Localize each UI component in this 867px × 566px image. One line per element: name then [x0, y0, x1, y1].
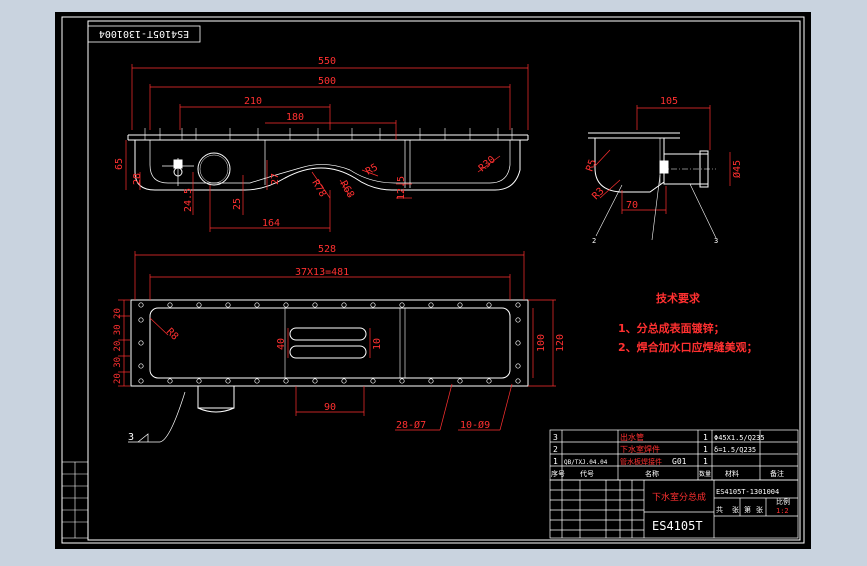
bom-row1-no: 1 [553, 457, 558, 466]
model-no: ES4105T [652, 519, 703, 533]
dim-12-5: 12.5 [396, 176, 407, 200]
bom-row1-mat: G01 [672, 457, 687, 466]
dim-25: 25 [232, 198, 243, 210]
dim-65: 65 [114, 158, 125, 170]
sheet-label-sheet: 张 [756, 505, 763, 514]
bom-row3-name: 出水管 [620, 432, 644, 442]
dim-24-5: 24.5 [183, 188, 194, 212]
cad-viewer: ES4105T-1301004 550 500 210 180 164 65 2… [0, 0, 867, 562]
bom-row2-qty: 1 [703, 445, 708, 454]
bom-row3-mat: Φ45X1.5/Q235 [714, 434, 765, 442]
weld-symbol-number: 3 [128, 432, 134, 443]
front-fitting-block [173, 159, 183, 169]
sheet-background [55, 12, 811, 549]
note-1: 1、分总成表面镀锌； [618, 321, 725, 335]
title-drawing-no: ES4105T-1301004 [716, 488, 779, 496]
sheet-label-no: 第 [744, 505, 751, 514]
bom-header-material: 材料 [725, 469, 739, 478]
side-fitting [659, 160, 669, 174]
balloon-3: 3 [714, 237, 718, 245]
drawing-sheet: ES4105T-1301004 550 500 210 180 164 65 2… [55, 12, 811, 549]
part-name: 下水室分总成 [652, 491, 706, 503]
dim-holes-a: 28-Ø7 [396, 419, 426, 431]
dim-holes-b: 10-Ø9 [460, 419, 490, 431]
dim-40: 40 [276, 338, 287, 350]
dim-100: 100 [536, 334, 547, 352]
sheet-label-total: 共 [716, 505, 723, 514]
dim-90: 90 [324, 402, 336, 413]
dim-left-stack: 20 30 20 30 20 [113, 308, 123, 384]
dim-105: 105 [660, 96, 678, 107]
stamp-text: ES4105T-1301004 [99, 28, 189, 39]
sheet-label-sheets: 张 [732, 505, 739, 514]
dim-10: 10 [372, 338, 383, 350]
bom-header-remark: 备注 [770, 469, 784, 478]
bom-row1-name: 管水板焊接件 [620, 457, 662, 466]
dim-500: 500 [318, 76, 336, 87]
drawing-number-stamp: ES4105T-1301004 [87, 25, 201, 43]
bom-row2-mat: δ=1.5/Q235 [714, 446, 756, 454]
dim-dia45: Ø45 [731, 160, 743, 178]
dim-210: 210 [244, 96, 262, 107]
dim-164: 164 [262, 218, 280, 229]
bom-row3-qty: 1 [703, 433, 708, 442]
bom-header-code: 代号 [580, 469, 594, 478]
note-2: 2、焊合加水口应焊缝美观； [618, 340, 758, 354]
bom-row3-no: 3 [553, 433, 558, 442]
bom-header-name: 名称 [645, 469, 659, 478]
dim-550: 550 [318, 56, 336, 67]
bom-row1-code: QB/TXJ.04.04 [564, 459, 608, 466]
bom-header-qty: 数量 [699, 470, 711, 478]
dim-27: 27 [270, 173, 281, 185]
balloon-2: 2 [592, 237, 596, 245]
dim-120: 120 [555, 334, 566, 352]
bom-row2-name: 下水室焊件 [620, 444, 660, 454]
bom-header-no: 序号 [551, 469, 565, 478]
bom-row2-no: 2 [553, 445, 558, 454]
dim-528: 528 [318, 244, 336, 255]
dim-70: 70 [626, 200, 638, 211]
scale-value: 1:2 [776, 507, 789, 515]
dim-180: 180 [286, 112, 304, 123]
scale-label: 比例 [776, 497, 790, 506]
dim-holes-pitch: 37X13=481 [295, 267, 349, 278]
dim-28: 28 [132, 173, 143, 185]
bom-row1-qty: 1 [703, 457, 708, 466]
notes-title: 技术要求 [656, 291, 701, 305]
